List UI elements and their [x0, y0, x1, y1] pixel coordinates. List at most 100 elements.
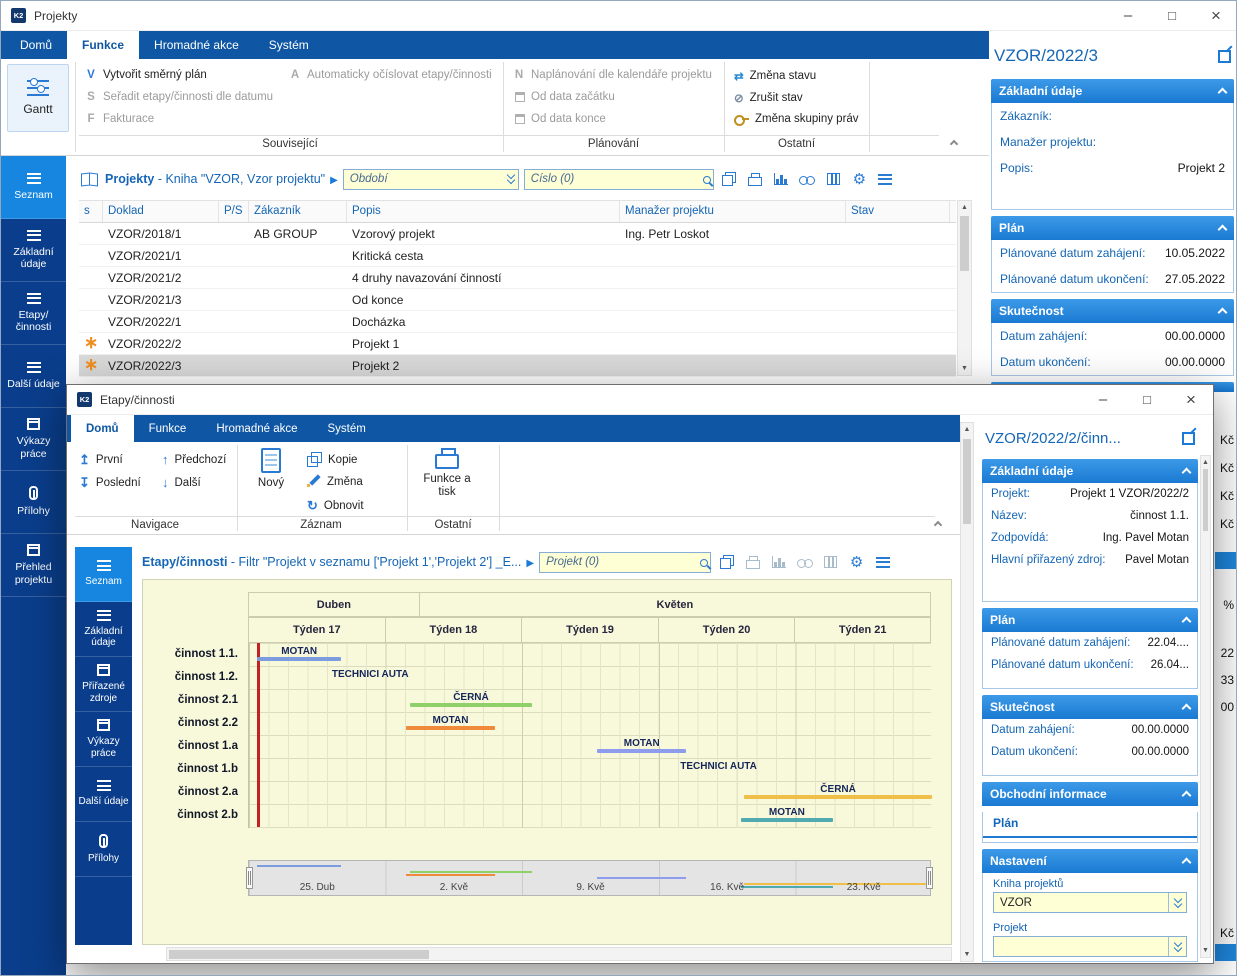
scroll-down-icon[interactable] [958, 362, 971, 375]
gantt-minimap[interactable]: 25. Dub2. Kvě9. Kvě16. Kvě23. Kvě [248, 860, 931, 896]
minimize-button[interactable] [1081, 385, 1125, 414]
layers-button[interactable] [719, 169, 740, 190]
ribbon-item-zmena[interactable]: Změna [307, 475, 363, 488]
ribbon-item-dalsi[interactable]: Další [162, 475, 201, 490]
menu-button[interactable] [872, 552, 893, 573]
obdobi-filter-input[interactable] [343, 169, 519, 190]
tab-domu[interactable]: Domů [71, 415, 134, 442]
tab-funkce[interactable]: Funkce [67, 31, 139, 59]
ribbon-item-prvni[interactable]: První [79, 452, 123, 468]
section-header[interactable]: Nastavení [982, 849, 1198, 873]
section-header[interactable]: Obchodní informace [982, 782, 1198, 806]
projekt-filter-input[interactable] [539, 552, 711, 573]
ribbon-item-obnovit[interactable]: Obnovit [307, 498, 364, 514]
section-header[interactable]: Základní údaje [982, 459, 1198, 483]
sidebar-item-dalsi-udaje[interactable]: Další údaje [75, 767, 132, 822]
dropdown-icon[interactable] [1168, 937, 1186, 956]
column-header-ps[interactable]: P/S [219, 201, 249, 222]
scroll-thumb[interactable] [1203, 469, 1208, 531]
binoculars-button[interactable] [797, 169, 818, 190]
sidebar-item-prirazene-zdroje[interactable]: Přiřazené zdroje [75, 657, 132, 712]
table-row[interactable]: VZOR/2021/24 druhy navazování činností [79, 267, 956, 289]
panel-scrollbar[interactable] [1200, 455, 1211, 958]
scroll-up-icon[interactable] [958, 201, 971, 214]
column-header-doklad[interactable]: Doklad [103, 201, 219, 222]
sidebar-item-zakladni-udaje[interactable]: Základní údaje [75, 602, 132, 657]
table-row[interactable]: VZOR/2022/1Docházka [79, 311, 956, 333]
filter-expand-button[interactable] [526, 555, 534, 569]
close-button[interactable] [1194, 1, 1237, 30]
gantt-bar[interactable] [406, 726, 495, 730]
gantt-bar[interactable] [597, 749, 686, 753]
table-row[interactable]: VZOR/2021/1Kritická cesta [79, 245, 956, 267]
gantt-bar[interactable] [410, 703, 533, 707]
menu-button[interactable] [875, 169, 896, 190]
column-header-manazer[interactable]: Manažer projektu [620, 201, 846, 222]
close-button[interactable] [1169, 385, 1213, 414]
ribbon-item-predchozi[interactable]: Předchozí [162, 452, 226, 467]
section-header[interactable]: Základní údaje [991, 79, 1234, 103]
sidebar-item-prilohy[interactable]: Přílohy [75, 822, 132, 877]
dropdown-icon[interactable] [1168, 893, 1186, 912]
section-header[interactable]: Plán [991, 216, 1234, 240]
column-header-popis[interactable]: Popis [347, 201, 620, 222]
sidebar-item-prilohy[interactable]: Přílohy [1, 471, 66, 534]
minimap-handle-right[interactable] [926, 867, 933, 889]
scroll-down-icon[interactable] [1201, 944, 1210, 957]
ribbon-item-kopie[interactable]: Kopie [307, 452, 357, 467]
ribbon-item-zrusit-stav[interactable]: Zrušit stav [734, 91, 803, 105]
sidebar-item-seznam[interactable]: Seznam [1, 156, 66, 219]
ribbon-item-zmena-stavu[interactable]: Změna stavu [734, 69, 816, 83]
sidebar-item-prehled-projektu[interactable]: Přehled projektu [1, 534, 66, 597]
scroll-up-icon[interactable] [961, 423, 973, 436]
filter-expand-button[interactable] [330, 172, 338, 186]
ribbon-collapse-icon[interactable] [950, 140, 958, 148]
sidebar-item-dalsi-udaje[interactable]: Další údaje [1, 345, 66, 408]
print-button[interactable] [745, 169, 766, 190]
child-vscrollbar[interactable] [960, 422, 974, 962]
cislo-filter-input[interactable] [524, 169, 714, 190]
subtab-plan[interactable]: Plán [983, 812, 1197, 838]
section-header[interactable]: Plán [982, 608, 1198, 632]
layers-button[interactable] [716, 552, 737, 573]
sidebar-item-vykazy-prace[interactable]: Výkazy práce [75, 712, 132, 767]
scroll-thumb[interactable] [169, 950, 429, 959]
table-row[interactable]: VZOR/2021/3Od konce [79, 289, 956, 311]
gantt-bar[interactable] [744, 795, 932, 799]
tab-system[interactable]: Systém [313, 415, 381, 442]
maximize-button[interactable] [1125, 385, 1169, 414]
section-header[interactable]: Skutečnost [982, 695, 1198, 719]
gantt-bar[interactable] [257, 657, 341, 661]
settings-button[interactable] [846, 552, 867, 573]
maximize-button[interactable] [1150, 1, 1194, 30]
ribbon-item-zmena-skupiny-prav[interactable]: Změna skupiny práv [734, 113, 859, 125]
functions-print-button[interactable]: Funkce a tisk [415, 446, 479, 498]
columns-button[interactable] [823, 169, 844, 190]
settings-button[interactable] [849, 169, 870, 190]
section-header[interactable]: Skutečnost [991, 299, 1234, 323]
scroll-thumb[interactable] [960, 216, 969, 271]
ribbon-item-posledni[interactable]: Poslední [79, 475, 141, 491]
gantt-hscrollbar[interactable] [166, 947, 952, 961]
sidebar-item-vykazy-prace[interactable]: Výkazy práce [1, 408, 66, 471]
sidebar-item-seznam[interactable]: Seznam [75, 547, 132, 602]
combo-field[interactable] [993, 936, 1187, 957]
chart-button[interactable] [771, 169, 792, 190]
ribbon-collapse-icon[interactable] [934, 521, 942, 529]
tab-hromadne-akce[interactable]: Hromadné akce [201, 415, 312, 442]
scroll-down-icon[interactable] [961, 948, 973, 961]
column-header-stav[interactable]: Stav [846, 201, 950, 222]
table-row[interactable]: VZOR/2018/1AB GROUPVzorový projektIng. P… [79, 223, 956, 245]
ribbon-item-vytvorit-smerny-plan[interactable]: VVytvořit směrný plán [85, 69, 207, 81]
tab-funkce[interactable]: Funkce [134, 415, 202, 442]
table-row[interactable]: VZOR/2022/2Projekt 1 [79, 333, 956, 355]
tab-domu[interactable]: Domů [5, 31, 67, 59]
open-in-window-icon[interactable] [1218, 50, 1231, 63]
table-scrollbar[interactable] [957, 200, 972, 376]
scroll-up-icon[interactable] [1201, 456, 1210, 469]
table-row[interactable]: VZOR/2022/3Projekt 2 [79, 355, 956, 377]
dropdown-icon[interactable] [506, 173, 516, 187]
new-record-button[interactable]: Nový [247, 448, 295, 490]
gantt-bar[interactable] [741, 818, 833, 822]
tab-hromadne-akce[interactable]: Hromadné akce [139, 31, 254, 59]
